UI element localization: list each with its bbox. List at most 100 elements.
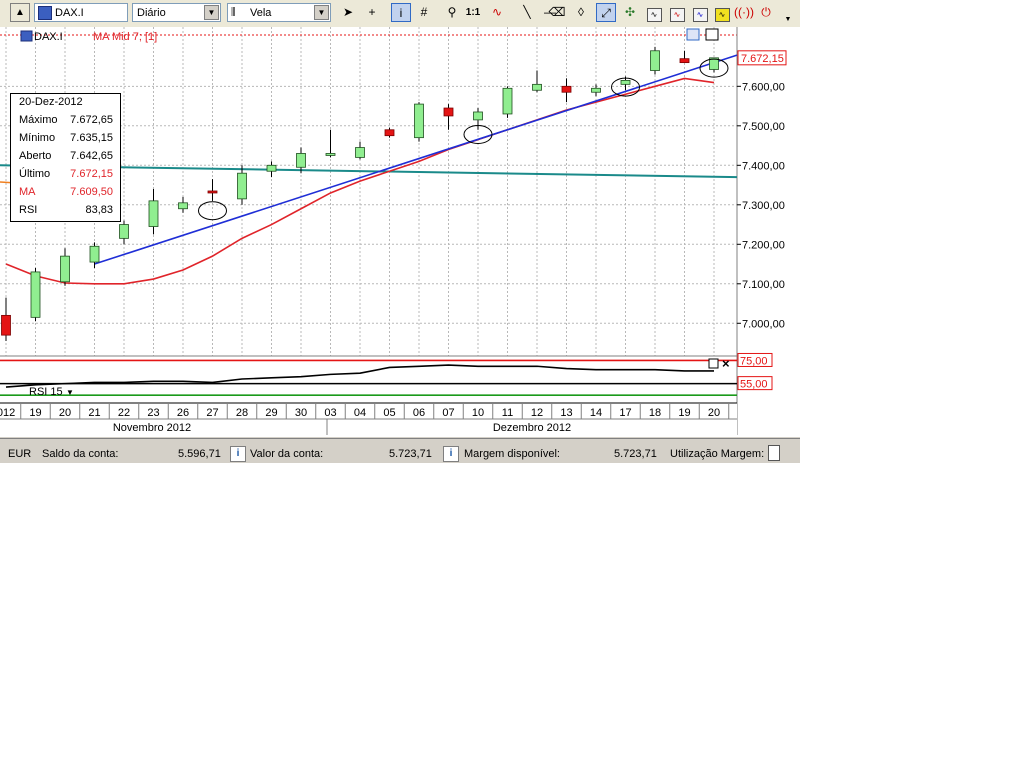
bullish-candle: [620, 79, 631, 85]
date-tick-label: 26: [177, 407, 189, 419]
magnet-icon[interactable]: ✣: [620, 3, 640, 22]
trend-line-icon[interactable]: ╲: [517, 3, 537, 22]
price-tick-label: 7.400,00: [742, 160, 785, 172]
account-value-label: Valor da conta:: [250, 448, 324, 460]
trading-app-window: ▲ DAX.I Diário ▼ ⫼ Vela ▼ ➤ + i # ⚲ 1:1 …: [0, 0, 800, 463]
chart-symbol-label: DAX.I: [34, 31, 63, 43]
data-window-icon[interactable]: i: [391, 3, 411, 22]
bullish-candle: [650, 50, 660, 71]
fill-icon[interactable]: ◊: [571, 3, 591, 22]
rsi-upper-badge: 75,00: [740, 355, 768, 367]
data-row-high: Máximo 7.672,65: [19, 114, 113, 126]
data-window-date: 20-Dez-2012: [19, 96, 83, 108]
bullish-candle: [89, 245, 100, 263]
date-axis: 012 19 20 21 22 23 26 27 28 29 30 03 04 05 06 07 10 11 12 1…: [0, 402, 737, 437]
data-window: 20-Dez-2012 Máximo 7.672,65 Mínimo 7.635,1…: [10, 93, 121, 222]
bullish-candle: [237, 172, 247, 200]
date-tick-label: 23: [147, 407, 159, 419]
draw-icon[interactable]: ⤢: [596, 3, 616, 22]
cursor-arrow-icon[interactable]: ➤: [338, 3, 358, 22]
period-value: Diário: [137, 7, 166, 19]
maximize-icon[interactable]: [708, 358, 719, 369]
symbol-value: DAX.I: [55, 7, 84, 19]
bearish-candle: [679, 58, 690, 64]
price-tick-label: 7.100,00: [742, 279, 785, 291]
date-tick-label: 10: [472, 407, 484, 419]
date-tick-label: 28: [236, 407, 248, 419]
rsi-panel-label[interactable]: RSI 15: [29, 386, 63, 398]
price-tick-label: 7.500,00: [742, 121, 785, 133]
chart-symbol-icon: [20, 30, 33, 42]
wave-icon[interactable]: ∿: [487, 3, 507, 22]
info-icon[interactable]: i: [230, 446, 246, 462]
chart-type-value: Vela: [250, 7, 272, 19]
margin-available-label: Margem disponível:: [464, 448, 560, 460]
symbol-combo[interactable]: DAX.I: [34, 3, 128, 22]
bullish-candle: [296, 153, 306, 168]
data-row-open: Aberto 7.642,65: [19, 150, 113, 162]
date-tick-label: 17: [619, 407, 631, 419]
eraser-icon[interactable]: ⌫: [547, 3, 567, 22]
chart-option-icon[interactable]: [686, 28, 700, 41]
indicator-1-icon[interactable]: ∿: [644, 3, 664, 22]
data-row-rsi: RSI 83,83: [19, 204, 113, 216]
date-tick-label: 13: [560, 407, 572, 419]
one-to-one-icon[interactable]: 1:1: [463, 3, 483, 22]
candle-icon: ⫼: [231, 7, 236, 18]
chevron-down-icon[interactable]: ▼: [204, 5, 219, 20]
toolbar-overflow-icon[interactable]: ▼: [782, 15, 794, 24]
scroll-up-button[interactable]: ▲: [10, 3, 30, 22]
price-tick-label: 7.000,00: [742, 318, 785, 330]
account-value: 5.723,71: [389, 448, 432, 460]
chart-window-icon[interactable]: [705, 28, 719, 41]
indicator-4-icon[interactable]: ∿: [712, 3, 732, 22]
date-tick-label: 05: [383, 407, 395, 419]
last-price-badge: 7.672,15: [741, 53, 784, 65]
price-tick-label: 7.600,00: [742, 81, 785, 93]
date-tick-label: 29: [265, 407, 277, 419]
date-tick-label: 06: [413, 407, 425, 419]
price-tick-label: 7.300,00: [742, 200, 785, 212]
chevron-down-icon[interactable]: ▼: [314, 5, 329, 20]
bullish-candle: [178, 202, 188, 210]
crosshair-icon[interactable]: +: [362, 3, 382, 22]
date-tick-label: 14: [590, 407, 602, 419]
indicator-3-icon[interactable]: ∿: [690, 3, 710, 22]
bullish-candle: [119, 224, 129, 239]
date-tick-label: 19: [678, 407, 690, 419]
bearish-candle: [561, 85, 572, 93]
date-tick-label: 03: [324, 407, 336, 419]
chart-type-select[interactable]: ⫼ Vela ▼: [227, 3, 331, 22]
period-select[interactable]: Diário ▼: [132, 3, 221, 22]
bearish-candle: [207, 190, 218, 194]
date-tick-label: 20: [59, 407, 71, 419]
alarm-icon[interactable]: ((·)): [734, 3, 754, 22]
bullish-candle: [532, 83, 542, 91]
date-tick-label: 30: [295, 407, 307, 419]
chart-area[interactable]: 7.000,00 7.100,00 7.200,00 7.300,00 7.400,00…: [0, 27, 800, 437]
chevron-down-icon[interactable]: ▼: [66, 388, 74, 397]
info-icon[interactable]: i: [443, 446, 459, 462]
status-bar: EUR Saldo da conta: 5.596,71 i Valor da …: [0, 438, 800, 463]
date-tick-label: 19: [29, 407, 41, 419]
balance-value: 5.596,71: [178, 448, 221, 460]
margin-usage-field[interactable]: [768, 445, 780, 461]
rsi-lower-badge: 55,00: [740, 379, 768, 391]
bullish-candle: [30, 271, 41, 318]
bearish-candle: [1, 314, 11, 336]
date-tick-label: 04: [354, 407, 366, 419]
ma-legend-label[interactable]: MA Mid 7; [1]: [93, 31, 157, 43]
month-label: Dezembro 2012: [493, 422, 571, 434]
date-tick-label: 22: [118, 407, 130, 419]
data-row-ma: MA 7.609,50: [19, 186, 113, 198]
zoom-icon[interactable]: ⚲: [442, 3, 462, 22]
date-tick-label: 11: [502, 407, 513, 419]
bullish-candle: [148, 200, 159, 227]
close-icon[interactable]: ×: [722, 356, 730, 371]
chart-svg[interactable]: 7.000,00 7.100,00 7.200,00 7.300,00 7.400,00…: [0, 27, 800, 437]
symbol-icon: [38, 6, 52, 22]
grid-icon[interactable]: #: [414, 3, 434, 22]
power-icon[interactable]: ⏻: [756, 3, 776, 22]
indicator-2-icon[interactable]: ∿: [667, 3, 687, 22]
bullish-candle: [325, 153, 336, 156]
